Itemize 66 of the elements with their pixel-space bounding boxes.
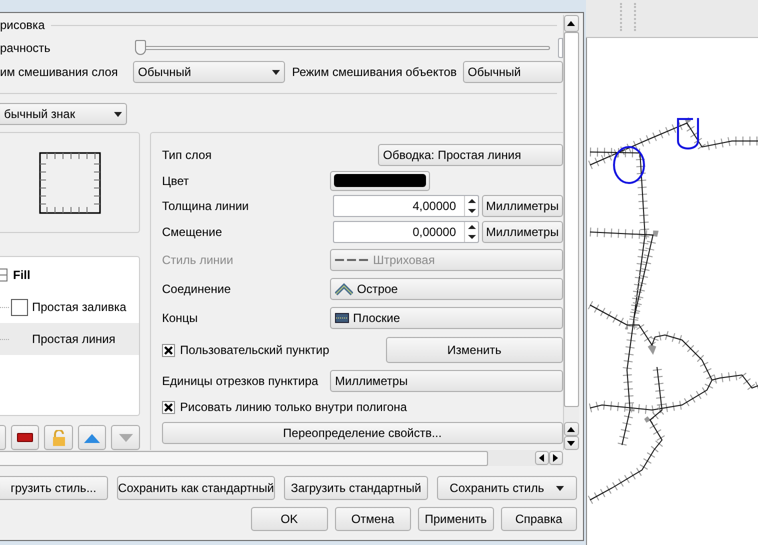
- field-label: Соединение: [162, 280, 232, 298]
- fill-symbol-icon: [0, 268, 8, 282]
- dropdown[interactable]: Обводка: Простая линия: [378, 144, 563, 166]
- chevron-icon: [335, 282, 353, 296]
- tree-item[interactable]: Простая линия: [0, 323, 139, 355]
- field-label: рачность: [0, 40, 52, 58]
- dialog-button[interactable]: Применить: [418, 507, 494, 531]
- dropdown[interactable]: Миллиметры: [330, 370, 563, 392]
- blend-dropdown[interactable]: Обычный: [133, 61, 285, 84]
- style-button[interactable]: Загрузить стандартный: [284, 476, 428, 500]
- up-triangle-icon: [83, 432, 102, 444]
- blend-dropdown[interactable]: Обычный: [462, 61, 563, 84]
- field-label: Единицы отрезков пунктира: [162, 373, 320, 390]
- menu-arrow-icon: [556, 486, 564, 490]
- symbol-preview-icon: [38, 152, 100, 214]
- field-label: Стиль линии: [162, 252, 234, 268]
- number-field[interactable]: 0,00000: [333, 221, 479, 243]
- number-field[interactable]: [558, 38, 563, 58]
- scrollbar-thumb[interactable]: [0, 450, 488, 466]
- field-label: Цвет: [162, 172, 190, 190]
- color-button[interactable]: [330, 170, 430, 190]
- style-button[interactable]: Сохранить стиль: [437, 476, 577, 500]
- dropdown-arrow-icon: [114, 112, 122, 116]
- scroll-up-icon[interactable]: [567, 21, 576, 26]
- unit-dropdown[interactable]: Миллиметры: [482, 195, 563, 217]
- style-button[interactable]: грузить стиль...: [0, 476, 108, 500]
- checkbox-label: Пользовательский пунктир: [180, 342, 330, 359]
- opacity-slider[interactable]: [135, 40, 550, 56]
- scroll-right-icon[interactable]: [553, 454, 558, 462]
- down-triangle-icon: [118, 432, 134, 442]
- dropdown-arrow-icon: [272, 70, 280, 75]
- flat-cap-icon: [335, 312, 349, 322]
- override-button[interactable]: Переопределение свойств...: [162, 422, 563, 444]
- dialog-button[interactable]: OK: [250, 507, 328, 531]
- field-label: Концы: [162, 310, 199, 326]
- remove-icon: [17, 433, 34, 442]
- lock-icon: [52, 430, 66, 446]
- dashed-line-icon: [335, 258, 369, 262]
- scrollbar-thumb[interactable]: [564, 32, 579, 407]
- scroll-down-icon[interactable]: [567, 440, 576, 446]
- field-label: Толщина линии: [162, 198, 250, 215]
- checkbox[interactable]: [162, 400, 175, 414]
- field-label: им смешивания слоя: [0, 64, 119, 82]
- number-field[interactable]: 4,00000: [333, 195, 479, 217]
- move-up-button[interactable]: [78, 425, 106, 450]
- checkbox[interactable]: [162, 344, 175, 356]
- style-button[interactable]: Сохранить как стандартный: [117, 476, 275, 500]
- group-title: рисовка: [0, 17, 45, 34]
- dialog-button[interactable]: Отмена: [334, 507, 411, 531]
- fill-swatch-icon: [11, 298, 28, 316]
- unit-dropdown[interactable]: Миллиметры: [482, 221, 563, 243]
- slider-handle[interactable]: [135, 40, 146, 56]
- dialog-button[interactable]: Справка: [500, 507, 577, 531]
- horizontal-scrollbar[interactable]: [0, 450, 563, 466]
- symbol-type-dropdown[interactable]: бычный знак: [0, 103, 127, 125]
- dropdown[interactable]: Острое: [330, 278, 563, 300]
- remove-layer-button[interactable]: [10, 425, 40, 450]
- checkbox-label: Рисовать линию только внутри полигона: [180, 399, 407, 416]
- scroll-left-icon[interactable]: [539, 454, 544, 462]
- field-label: Смещение: [162, 224, 224, 241]
- edit-button[interactable]: Изменить: [386, 337, 563, 363]
- field-label: Режим смешивания объектов: [292, 64, 457, 82]
- field-label: Тип слоя: [162, 147, 213, 164]
- vertical-scrollbar[interactable]: [562, 15, 579, 450]
- scroll-up-icon[interactable]: [567, 426, 576, 432]
- dropdown[interactable]: Плоские: [330, 306, 563, 328]
